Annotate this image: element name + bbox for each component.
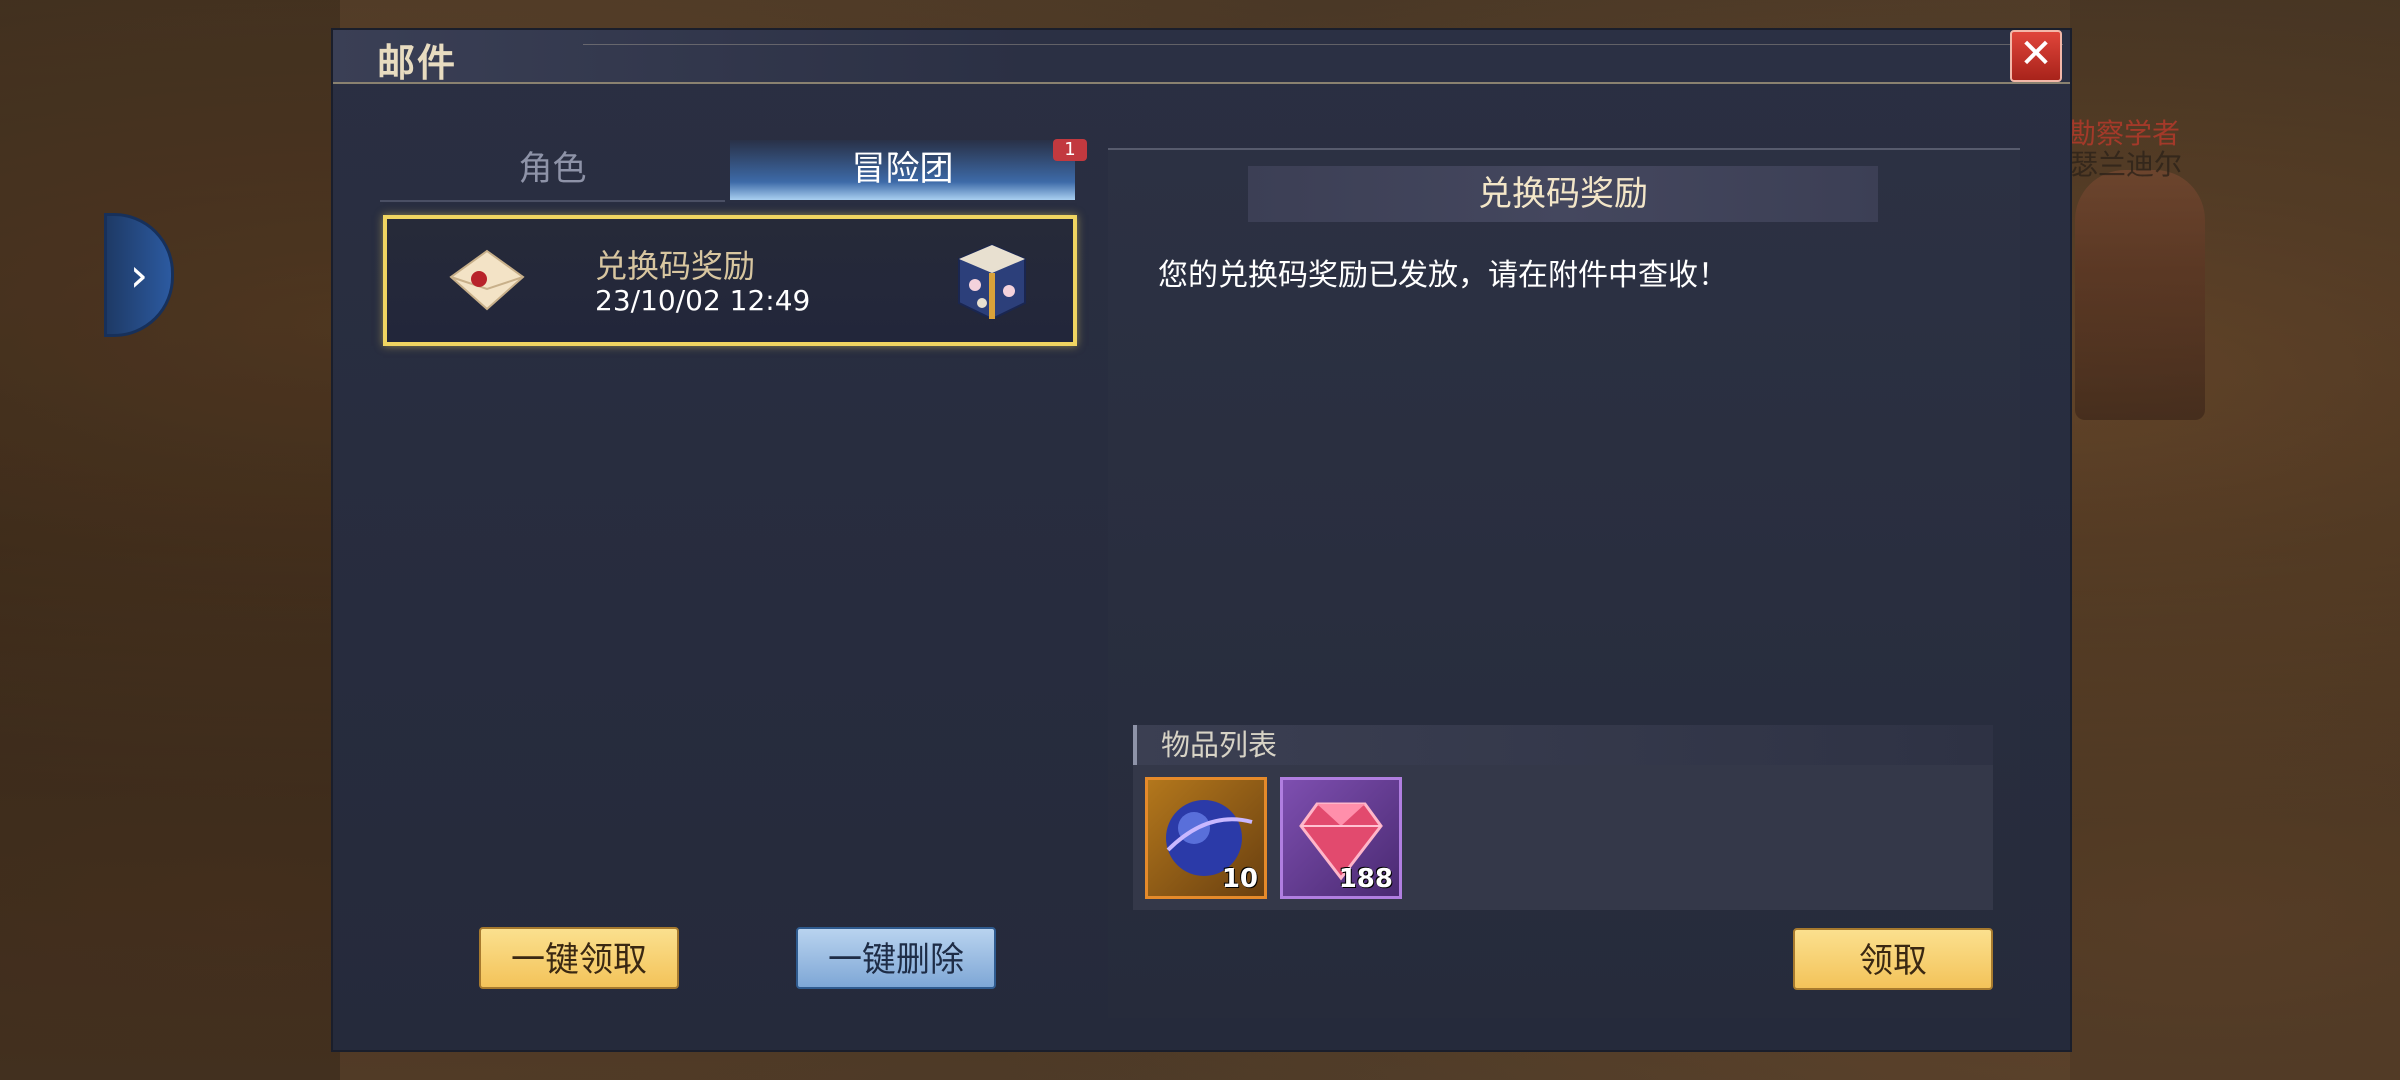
claim-button[interactable]: 领取 bbox=[1793, 928, 1993, 990]
panel-header: 邮件 bbox=[333, 30, 2070, 85]
detail-title: 兑换码奖励 bbox=[1248, 166, 1878, 222]
panel-title: 邮件 bbox=[377, 40, 458, 85]
close-button[interactable]: ✕ bbox=[2010, 30, 2062, 82]
mail-list-item[interactable]: 兑换码奖励 23/10/02 12:49 bbox=[383, 215, 1077, 346]
close-icon: ✕ bbox=[2019, 31, 2053, 77]
gift-box-icon bbox=[958, 243, 1026, 321]
items-list-header: 物品列表 bbox=[1133, 725, 1993, 765]
notification-badge: 1 bbox=[1053, 139, 1087, 161]
envelope-icon bbox=[449, 249, 525, 311]
background-shade-left bbox=[0, 0, 340, 1080]
tab-character[interactable]: 角色 bbox=[380, 140, 725, 202]
item-quantity: 10 bbox=[1221, 864, 1258, 894]
mail-title: 兑换码奖励 bbox=[595, 247, 756, 285]
attachment-items: 10 188 bbox=[1133, 765, 1993, 910]
npc-figure bbox=[2075, 170, 2205, 420]
mail-detail-pane: 兑换码奖励 您的兑换码奖励已发放，请在附件中查收！ 物品列表 10 188 bbox=[1108, 148, 2020, 1018]
attachment-item[interactable]: 188 bbox=[1280, 777, 1402, 899]
item-quantity: 188 bbox=[1338, 864, 1393, 894]
attachment-item[interactable]: 10 bbox=[1145, 777, 1267, 899]
chevron-right-icon: › bbox=[129, 248, 149, 302]
mail-tabs: 角色 冒险团 bbox=[380, 140, 1075, 202]
header-divider bbox=[583, 44, 2063, 45]
delete-all-button[interactable]: 一键删除 bbox=[796, 927, 996, 989]
claim-all-button[interactable]: 一键领取 bbox=[479, 927, 679, 989]
mail-date: 23/10/02 12:49 bbox=[595, 284, 811, 317]
npc-name: 瑟兰迪尔 bbox=[2070, 148, 2183, 181]
detail-body-text: 您的兑换码奖励已发放，请在附件中查收！ bbox=[1158, 258, 1728, 293]
tab-adventure-team[interactable]: 冒险团 bbox=[730, 140, 1075, 200]
